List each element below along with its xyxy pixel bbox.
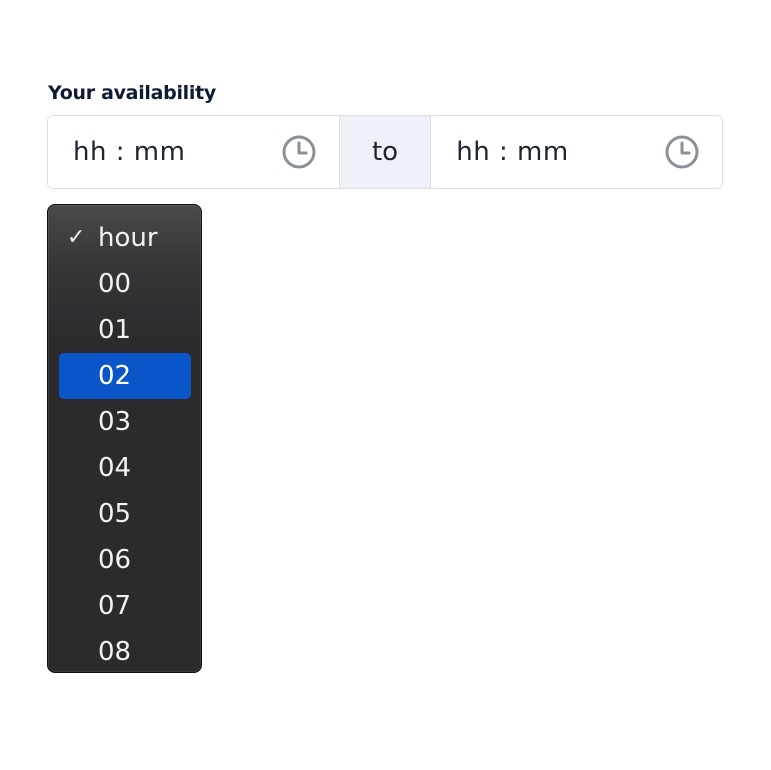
hour-option-08[interactable]: 08: [59, 629, 191, 672]
end-time-placeholder[interactable]: hh : mm: [456, 137, 568, 167]
option-label: 08: [98, 637, 132, 667]
option-label: 01: [98, 315, 132, 345]
hour-dropdown-menu: ✓ hour 00 01 02 03 04 05 06 07 08: [47, 204, 202, 673]
checkmark-icon: ✓: [67, 225, 86, 250]
start-time-field[interactable]: hh : mm: [48, 116, 339, 188]
hour-option-05[interactable]: 05: [59, 491, 191, 537]
hour-option-06[interactable]: 06: [59, 537, 191, 583]
hour-option-07[interactable]: 07: [59, 583, 191, 629]
time-range-input: hh : mm to hh : mm: [47, 115, 723, 189]
end-time-field[interactable]: hh : mm: [431, 116, 722, 188]
hour-option-03[interactable]: 03: [59, 399, 191, 445]
hour-option-02[interactable]: 02: [59, 353, 191, 399]
option-label: 03: [98, 407, 132, 437]
option-label: hour: [98, 223, 158, 253]
hour-option-04[interactable]: 04: [59, 445, 191, 491]
option-label: 05: [98, 499, 132, 529]
clock-icon[interactable]: [282, 135, 316, 169]
hour-option-hour[interactable]: ✓ hour: [59, 215, 191, 261]
range-separator: to: [338, 116, 432, 188]
option-label: 04: [98, 453, 132, 483]
clock-icon[interactable]: [665, 135, 699, 169]
start-time-placeholder[interactable]: hh : mm: [73, 137, 185, 167]
option-label: 02: [98, 361, 132, 391]
availability-label: Your availability: [48, 82, 216, 104]
hour-option-01[interactable]: 01: [59, 307, 191, 353]
hour-option-00[interactable]: 00: [59, 261, 191, 307]
option-label: 07: [98, 591, 132, 621]
option-label: 06: [98, 545, 132, 575]
option-label: 00: [98, 269, 132, 299]
